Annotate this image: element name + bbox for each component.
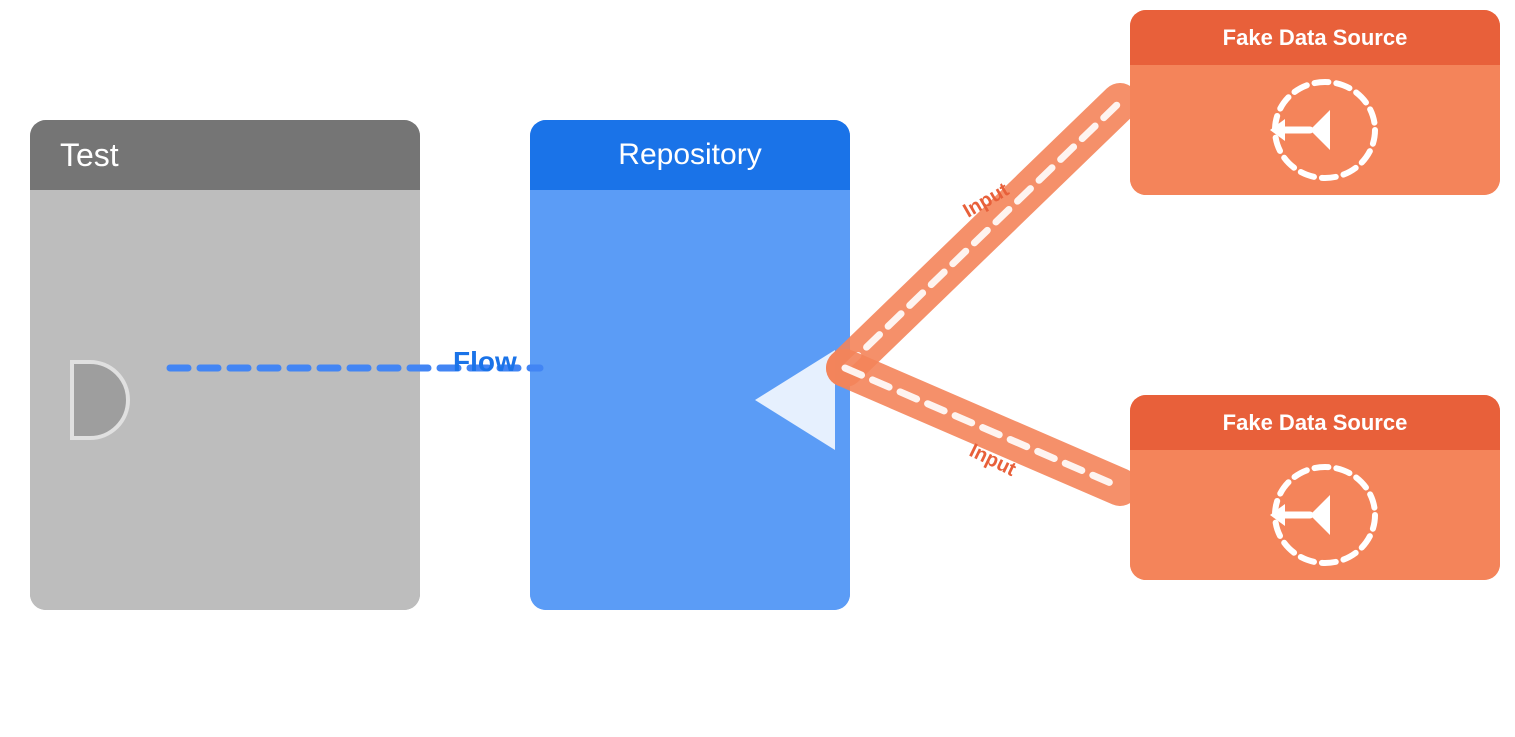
fake-source-top-header: Fake Data Source [1130, 10, 1500, 65]
d-shape-connector [70, 360, 130, 440]
repo-block: Repository [530, 120, 850, 610]
diagram: Test Repository Fake Data Source [0, 0, 1515, 737]
fake-source-bottom-header: Fake Data Source [1130, 395, 1500, 450]
input-label-top: Input [960, 179, 1014, 223]
triangle-arrow [755, 350, 835, 450]
fake-source-bottom-icon [1250, 460, 1380, 570]
fake-source-top-body [1130, 65, 1500, 195]
test-body [30, 190, 420, 610]
test-header: Test [30, 120, 420, 190]
repo-body [530, 190, 850, 610]
fake-source-bottom: Fake Data Source [1130, 395, 1500, 580]
fake-source-bottom-body [1130, 450, 1500, 580]
input-label-bottom: Input [966, 440, 1020, 481]
d-shape-inner [70, 360, 130, 440]
repo-header: Repository [530, 120, 850, 190]
repo-title: Repository [618, 138, 761, 172]
test-title: Test [60, 137, 119, 174]
test-block: Test [30, 120, 420, 610]
fake-source-top-title: Fake Data Source [1223, 25, 1408, 51]
fake-source-top: Fake Data Source [1130, 10, 1500, 195]
fake-source-bottom-title: Fake Data Source [1223, 410, 1408, 436]
fake-source-top-icon [1250, 75, 1380, 185]
flow-label: Flow [453, 346, 517, 378]
